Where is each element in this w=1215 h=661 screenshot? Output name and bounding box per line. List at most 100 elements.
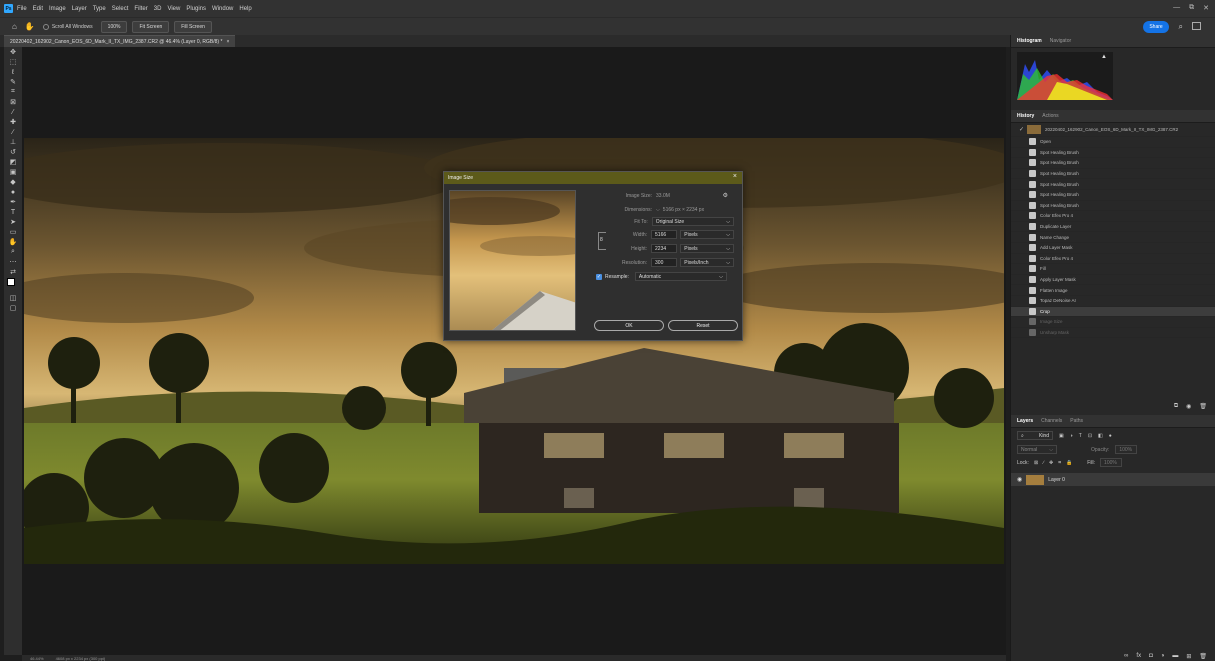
zoom-level[interactable]: 46.44% (30, 656, 44, 661)
trash-icon[interactable]: 🗑 (1199, 653, 1207, 660)
menu-type[interactable]: Type (93, 6, 106, 12)
move-tool-icon[interactable]: ✥ (4, 47, 22, 57)
list-item[interactable]: Crop (1011, 306, 1215, 318)
list-item[interactable]: Duplicate Layer (1011, 222, 1215, 233)
lock-artboard-icon[interactable]: ⌗ (1058, 460, 1061, 466)
list-item[interactable]: Spot Healing Brush (1011, 158, 1215, 169)
tab-histogram[interactable]: Histogram (1017, 38, 1042, 44)
resample-select[interactable]: Automatic ⌵ (634, 272, 727, 281)
swap-colors-icon[interactable]: ⇄ (4, 267, 22, 277)
menu-layer[interactable]: Layer (72, 6, 87, 12)
list-item[interactable]: Topaz DeNoise AI (1011, 296, 1215, 307)
screen-mode-icon[interactable]: ▢ (4, 303, 22, 313)
crop-tool-icon[interactable]: ⌗ (4, 87, 22, 97)
reset-button[interactable]: Reset (668, 320, 738, 331)
menu-file[interactable]: File (17, 6, 27, 12)
layer-name[interactable]: Layer 0 (1048, 477, 1065, 483)
menu-window[interactable]: Window (212, 6, 233, 12)
minimize-icon[interactable]: — (1173, 4, 1180, 12)
close-icon[interactable]: ✕ (1203, 4, 1209, 12)
history-snapshot[interactable]: ✓ 20220402_162902_Canon_EOS_6D_Mark_II_T… (1011, 123, 1215, 137)
path-select-tool-icon[interactable]: ➤ (4, 217, 22, 227)
clone-stamp-tool-icon[interactable]: ⊥ (4, 137, 22, 147)
new-layer-icon[interactable]: ⊞ (1186, 653, 1191, 660)
quick-mask-icon[interactable]: ◫ (4, 293, 22, 303)
lock-image-icon[interactable]: ∕ (1043, 460, 1044, 466)
brush-tool-icon[interactable]: ∕ (4, 127, 22, 137)
type-tool-icon[interactable]: T (4, 207, 22, 217)
dodge-tool-icon[interactable]: ● (4, 187, 22, 197)
tab-channels[interactable]: Channels (1041, 418, 1062, 424)
chevron-down-icon[interactable]: ⌵ (656, 207, 660, 213)
tab-history[interactable]: History (1017, 113, 1034, 119)
tab-layers[interactable]: Layers (1017, 418, 1033, 424)
more-tools-icon[interactable]: ⋯ (4, 257, 22, 267)
blur-tool-icon[interactable]: ◆ (4, 177, 22, 187)
adjustment-layer-icon[interactable]: ◑ (1161, 653, 1165, 660)
pen-tool-icon[interactable]: ✒ (4, 197, 22, 207)
list-item[interactable]: Color Efex Pro 4 (1011, 211, 1215, 222)
rectangle-tool-icon[interactable]: ▭ (4, 227, 22, 237)
resolution-input[interactable]: 300 (651, 258, 678, 267)
list-item[interactable]: Open (1011, 137, 1215, 148)
list-item[interactable]: Spot Healing Brush (1011, 190, 1215, 201)
menu-3d[interactable]: 3D (154, 6, 162, 12)
resolution-unit-select[interactable]: Pixels/Inch ⌵ (680, 258, 734, 267)
fit-screen-button[interactable]: Fit Screen (132, 20, 170, 33)
lasso-tool-icon[interactable]: ℓ (4, 67, 22, 77)
frame-tool-icon[interactable]: ⊠ (4, 97, 22, 107)
tab-paths[interactable]: Paths (1070, 418, 1083, 424)
list-item[interactable]: Spot Healing Brush (1011, 169, 1215, 180)
home-icon[interactable]: ⌂ (12, 22, 17, 31)
resample-checkbox[interactable]: ✓ (596, 273, 602, 280)
filter-toggle-icon[interactable]: ● (1109, 433, 1112, 439)
tab-actions[interactable]: Actions (1042, 113, 1058, 119)
lock-position-icon[interactable]: ✥ (1049, 460, 1053, 466)
quick-select-tool-icon[interactable]: ✎ (4, 77, 22, 87)
list-item[interactable]: Spot Healing Brush (1011, 201, 1215, 212)
gradient-tool-icon[interactable]: ▣ (4, 167, 22, 177)
list-item[interactable]: Color Efex Pro 4 (1011, 254, 1215, 265)
healing-brush-tool-icon[interactable]: ✚ (4, 117, 22, 127)
share-button[interactable]: Share (1143, 21, 1169, 33)
document-tab[interactable]: 20220402_162902_Canon_EOS_6D_Mark_II_TX_… (4, 35, 236, 47)
opacity-input[interactable]: 100% (1115, 445, 1138, 454)
type-filter-icon[interactable]: T (1079, 433, 1082, 439)
height-unit-select[interactable]: Pixels ⌵ (680, 244, 734, 253)
new-group-icon[interactable]: ▬ (1172, 653, 1178, 660)
height-input[interactable]: 2234 (651, 244, 678, 253)
list-item[interactable]: Unsharp Mask (1011, 328, 1215, 339)
link-layers-icon[interactable]: ∞ (1124, 653, 1128, 660)
zoom-100-button[interactable]: 100% (100, 20, 128, 33)
settings-gear-icon[interactable]: ⚙ (723, 192, 728, 199)
new-document-from-state-icon[interactable]: ⧉ (1174, 403, 1178, 410)
menu-plugins[interactable]: Plugins (186, 6, 206, 12)
workspace-icon[interactable] (1192, 22, 1201, 30)
layer-row[interactable]: ◉ Layer 0 (1011, 473, 1215, 486)
list-item[interactable]: Spot Healing Brush (1011, 179, 1215, 190)
menu-select[interactable]: Select (112, 6, 129, 12)
width-unit-select[interactable]: Pixels ⌵ (680, 230, 734, 239)
fill-input[interactable]: 100% (1100, 458, 1123, 467)
eraser-tool-icon[interactable]: ◩ (4, 157, 22, 167)
layer-filter-select[interactable]: ⌕ Kind (1017, 431, 1053, 440)
trash-icon[interactable]: 🗑 (1199, 403, 1207, 410)
close-icon[interactable]: × (733, 173, 737, 180)
adjustment-filter-icon[interactable]: ◑ (1070, 433, 1073, 439)
lock-transparent-icon[interactable]: ⊠ (1034, 460, 1038, 466)
scroll-all-checkbox[interactable] (42, 23, 49, 30)
add-mask-icon[interactable]: ◘ (1149, 653, 1153, 660)
fit-to-select[interactable]: Original Size ⌵ (651, 217, 734, 226)
hand-tool-icon[interactable]: ✋ (25, 22, 35, 31)
list-item[interactable]: Name Change (1011, 232, 1215, 243)
lock-all-icon[interactable]: 🔒 (1066, 460, 1072, 466)
marquee-tool-icon[interactable]: ⬚ (4, 57, 22, 67)
document-info[interactable]: 4608 px x 2234 px (300 ppi) (56, 656, 106, 661)
list-item[interactable]: Image Size (1011, 317, 1215, 328)
list-item[interactable]: Spot Healing Brush (1011, 148, 1215, 159)
camera-snapshot-icon[interactable]: ◉ (1186, 403, 1191, 410)
search-icon[interactable]: ⌕ (1179, 22, 1183, 32)
hand-tool-icon[interactable]: ✋ (4, 237, 22, 247)
dialog-title-bar[interactable]: Image Size × (444, 172, 742, 184)
image-preview[interactable] (449, 190, 576, 331)
